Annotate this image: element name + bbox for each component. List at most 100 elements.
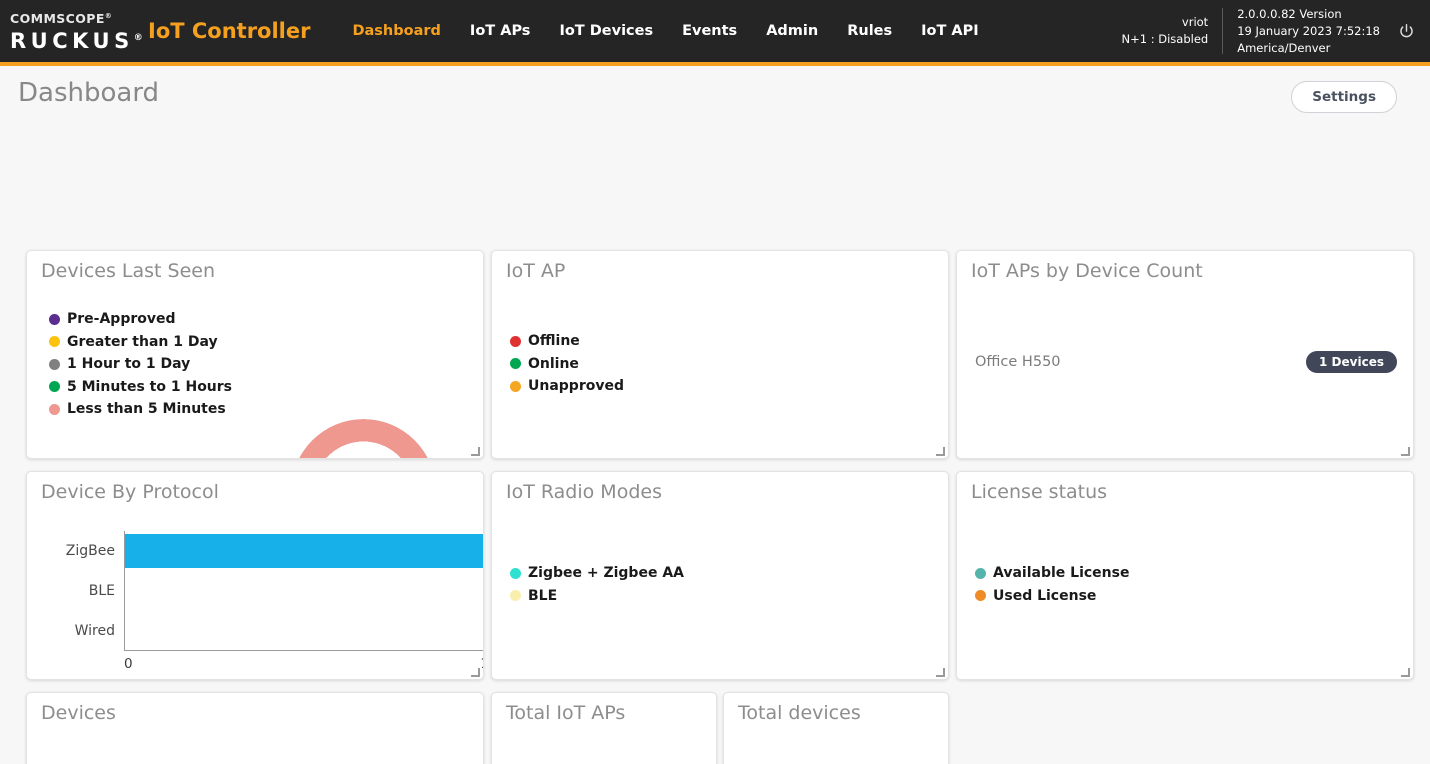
brand-logo: COMMSCOPE® RUCKUS® xyxy=(0,9,140,53)
card-devices-last-seen[interactable]: Devices Last Seen Pre-Approved Greater t… xyxy=(26,250,484,459)
legend-label: Unapproved xyxy=(528,378,624,394)
card-total-devices[interactable]: Total devices 1 xyxy=(723,692,949,764)
timezone-text: America/Denver xyxy=(1237,40,1380,57)
x-axis-tick-max: 1 xyxy=(480,656,484,672)
datetime-text: 19 January 2023 7:52:18 xyxy=(1237,23,1380,40)
x-axis-tick-min: 0 xyxy=(124,656,133,672)
card-title: Devices Last Seen xyxy=(41,260,215,282)
legend-label: 5 Minutes to 1 Hours xyxy=(67,379,232,395)
legend-color-dot xyxy=(975,590,986,601)
card-total-iot-aps[interactable]: Total IoT APs 3 xyxy=(491,692,717,764)
legend-item[interactable]: Offline xyxy=(510,330,624,353)
legend-color-dot xyxy=(49,336,60,347)
card-device-by-protocol[interactable]: Device By Protocol ZigBee BLE Wired 0 1 xyxy=(26,471,484,680)
legend-item[interactable]: 5 Minutes to 1 Hours xyxy=(49,376,232,399)
legend-color-dot xyxy=(49,359,60,370)
header-status: vriot N+1 : Disabled 2.0.0.0.82 Version … xyxy=(1122,0,1430,62)
bar-category-label-zigbee: ZigBee xyxy=(66,543,115,559)
card-title: IoT AP xyxy=(506,260,565,282)
bar-chart-device-by-protocol[interactable]: ZigBee BLE Wired 0 1 xyxy=(124,531,484,651)
legend-label: Zigbee + Zigbee AA xyxy=(528,565,684,581)
card-title: IoT APs by Device Count xyxy=(971,260,1203,282)
legend-label: Online xyxy=(528,356,579,372)
legend-label: Used License xyxy=(993,588,1096,604)
product-name: IoT Controller xyxy=(148,19,310,43)
bar-zigbee[interactable] xyxy=(125,534,484,568)
nav-item-rules[interactable]: Rules xyxy=(847,23,892,39)
legend-license-status: Available License Used License xyxy=(975,562,1129,607)
legend-color-dot xyxy=(49,314,60,325)
nav-item-dashboard[interactable]: Dashboard xyxy=(352,23,440,39)
card-resize-handle[interactable] xyxy=(936,668,945,677)
card-title: Device By Protocol xyxy=(41,481,219,503)
nav-item-iot-api[interactable]: IoT API xyxy=(921,23,979,39)
legend-item[interactable]: Available License xyxy=(975,562,1129,585)
session-info: vriot N+1 : Disabled xyxy=(1122,14,1223,48)
legend-item[interactable]: Less than 5 Minutes xyxy=(49,398,232,421)
card-iot-aps-by-device-count[interactable]: IoT APs by Device Count Office H550 1 De… xyxy=(956,250,1414,459)
legend-label: Less than 5 Minutes xyxy=(67,401,226,417)
legend-color-dot xyxy=(510,336,521,347)
system-info: 2.0.0.0.82 Version 19 January 2023 7:52:… xyxy=(1223,6,1380,57)
redundancy-status: N+1 : Disabled xyxy=(1122,31,1209,48)
card-title: Total IoT APs xyxy=(506,702,625,724)
card-resize-handle[interactable] xyxy=(1401,668,1410,677)
card-resize-handle[interactable] xyxy=(1401,447,1410,456)
legend-item[interactable]: Unapproved xyxy=(510,375,624,398)
card-license-status[interactable]: License status Available License Used Li… xyxy=(956,471,1414,680)
card-title: License status xyxy=(971,481,1107,503)
ap-device-count-row[interactable]: Office H550 1 Devices xyxy=(975,351,1397,373)
card-title: Devices xyxy=(41,702,116,724)
card-title: IoT Radio Modes xyxy=(506,481,662,503)
legend-item[interactable]: 1 Hour to 1 Day xyxy=(49,353,232,376)
nav-item-admin[interactable]: Admin xyxy=(766,23,818,39)
version-text: 2.0.0.0.82 Version xyxy=(1237,6,1380,23)
legend-label: Offline xyxy=(528,333,580,349)
legend-iot-radio-modes: Zigbee + Zigbee AA BLE xyxy=(510,562,684,607)
legend-label: BLE xyxy=(528,588,557,604)
legend-item[interactable]: Used License xyxy=(975,585,1129,608)
legend-color-dot xyxy=(510,358,521,369)
bar-category-label-ble: BLE xyxy=(89,583,115,599)
legend-color-dot xyxy=(510,590,521,601)
legend-color-dot xyxy=(510,568,521,579)
app-header: COMMSCOPE® RUCKUS® IoT Controller Dashbo… xyxy=(0,0,1430,66)
bar-category-label-wired: Wired xyxy=(75,623,115,639)
ruckus-wordmark: RUCKUS® xyxy=(10,26,140,53)
card-resize-handle[interactable] xyxy=(471,668,480,677)
legend-color-dot xyxy=(49,404,60,415)
card-title: Total devices xyxy=(738,702,861,724)
main-nav: Dashboard IoT APs IoT Devices Events Adm… xyxy=(352,23,978,39)
legend-color-dot xyxy=(975,568,986,579)
legend-label: Available License xyxy=(993,565,1129,581)
page-header: Dashboard xyxy=(0,66,1430,122)
legend-iot-ap: Offline Online Unapproved xyxy=(510,330,624,398)
nav-item-iot-devices[interactable]: IoT Devices xyxy=(559,23,653,39)
username: vriot xyxy=(1122,14,1209,31)
legend-item[interactable]: Greater than 1 Day xyxy=(49,331,232,354)
page-title: Dashboard xyxy=(18,78,159,108)
card-iot-ap[interactable]: IoT AP Offline Online Unapproved 3 xyxy=(491,250,949,459)
legend-label: Greater than 1 Day xyxy=(67,334,218,350)
device-count-badge: 1 Devices xyxy=(1306,351,1397,373)
card-resize-handle[interactable] xyxy=(936,447,945,456)
card-iot-radio-modes[interactable]: IoT Radio Modes Zigbee + Zigbee AA BLE 5 xyxy=(491,471,949,680)
commscope-wordmark: COMMSCOPE® xyxy=(10,9,140,26)
legend-item[interactable]: Zigbee + Zigbee AA xyxy=(510,562,684,585)
legend-color-dot xyxy=(510,381,521,392)
legend-item[interactable]: Online xyxy=(510,353,624,376)
power-icon[interactable] xyxy=(1388,11,1424,51)
settings-button[interactable]: Settings xyxy=(1291,81,1397,113)
chart-x-axis xyxy=(124,650,484,651)
legend-devices-last-seen: Pre-Approved Greater than 1 Day 1 Hour t… xyxy=(49,308,232,421)
nav-item-events[interactable]: Events xyxy=(682,23,737,39)
legend-color-dot xyxy=(49,381,60,392)
donut-chart-devices-last-seen[interactable] xyxy=(291,419,436,459)
legend-item[interactable]: Pre-Approved xyxy=(49,308,232,331)
legend-item[interactable]: BLE xyxy=(510,585,684,608)
card-resize-handle[interactable] xyxy=(471,447,480,456)
card-devices[interactable]: Devices Offline Online Decommissioned 1 xyxy=(26,692,484,764)
ap-name: Office H550 xyxy=(975,354,1061,370)
legend-label: 1 Hour to 1 Day xyxy=(67,356,190,372)
nav-item-iot-aps[interactable]: IoT APs xyxy=(470,23,531,39)
